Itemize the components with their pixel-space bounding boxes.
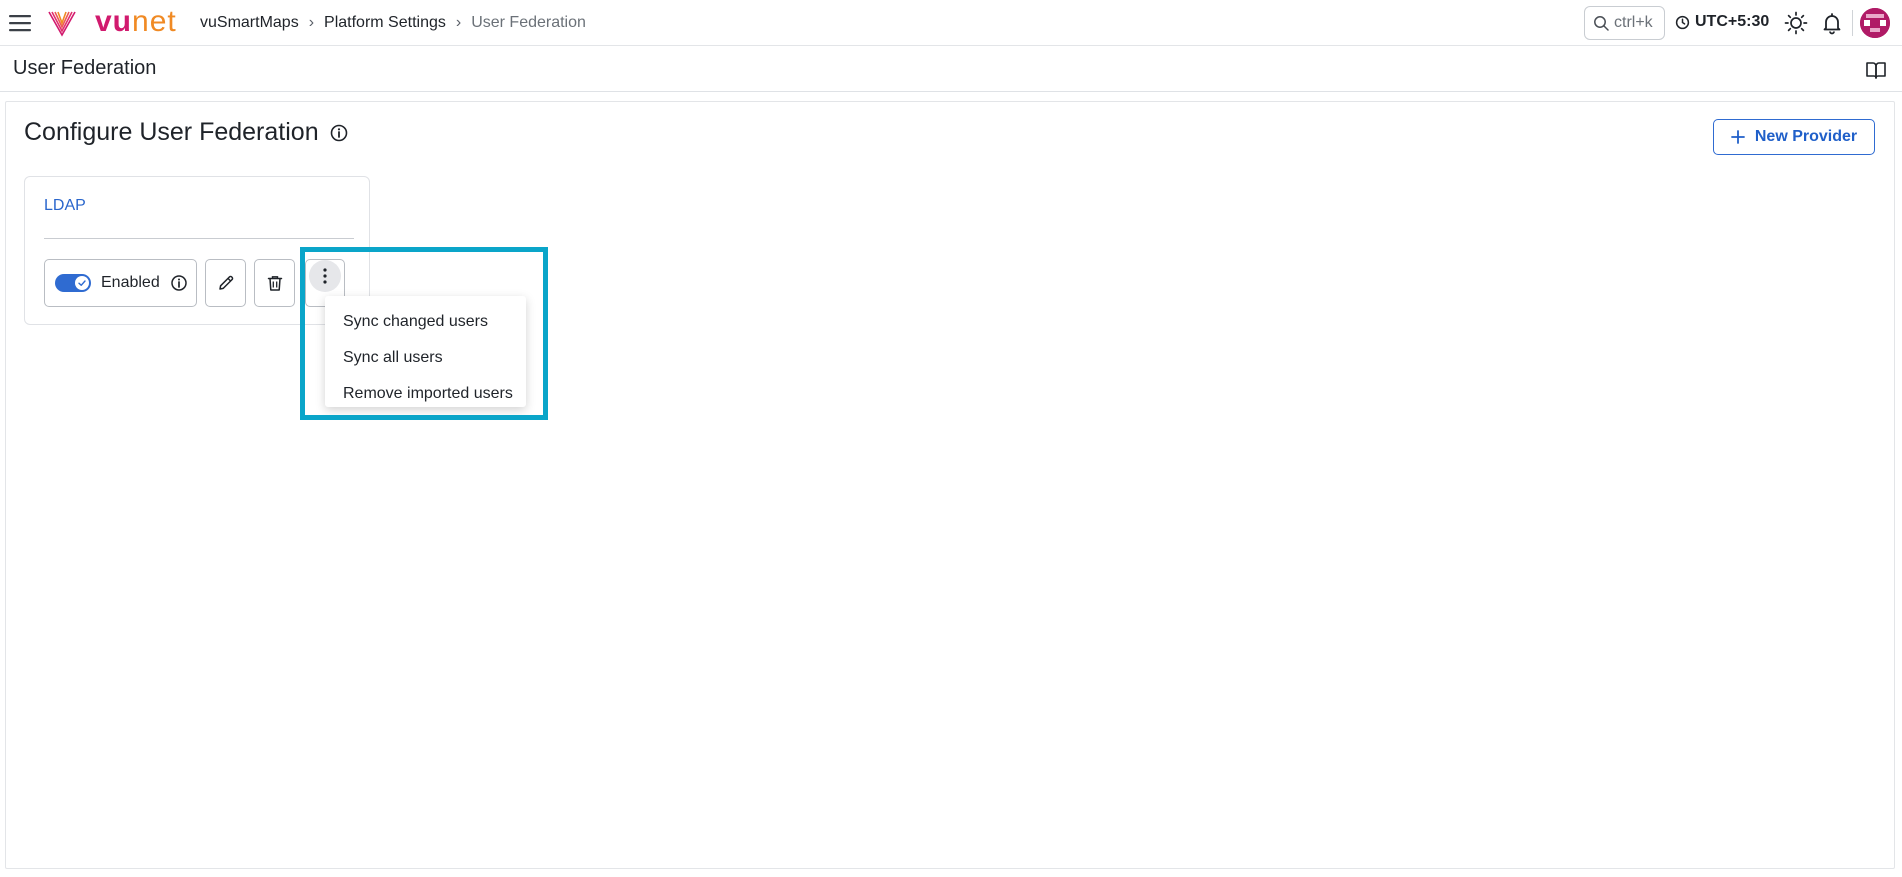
search-shortcut: ctrl+k	[1614, 14, 1653, 31]
edit-button[interactable]	[205, 259, 246, 307]
toolbar-divider	[1852, 10, 1853, 36]
enabled-label: Enabled	[101, 274, 160, 291]
new-provider-label: New Provider	[1754, 128, 1858, 145]
toggle-knob	[75, 276, 89, 290]
enabled-toggle[interactable]	[55, 274, 91, 292]
main-panel: Configure User Federation New Provider L…	[5, 101, 1895, 869]
delete-button[interactable]	[254, 259, 295, 307]
new-provider-button[interactable]: New Provider	[1713, 119, 1875, 155]
info-icon[interactable]	[170, 274, 188, 292]
plus-icon	[1730, 130, 1745, 144]
more-vertical-icon	[323, 268, 327, 284]
avatar-image	[1860, 8, 1890, 38]
timezone-label: UTC+5:30	[1695, 13, 1770, 30]
breadcrumb: vuSmartMaps › Platform Settings › User F…	[200, 14, 586, 32]
menu-item-sync-all-users[interactable]: Sync all users	[325, 340, 526, 376]
menu-item-remove-imported-users[interactable]: Remove imported users	[325, 376, 526, 412]
card-divider	[44, 238, 354, 239]
provider-card: LDAP Enabled	[24, 176, 370, 325]
page-header: User Federation	[0, 46, 1902, 92]
bell-icon[interactable]	[1820, 11, 1844, 35]
provider-name-link[interactable]: LDAP	[44, 197, 86, 215]
vunet-logo-icon	[48, 11, 76, 37]
menu-item-sync-changed-users[interactable]: Sync changed users	[325, 304, 526, 340]
breadcrumb-chevron-icon: ›	[455, 14, 462, 31]
breadcrumb-platform-settings[interactable]: Platform Settings	[324, 14, 446, 32]
check-icon	[78, 280, 86, 286]
provider-actions-menu: Sync changed users Sync all users Remove…	[325, 296, 526, 407]
enabled-toggle-group: Enabled	[44, 259, 197, 307]
breadcrumb-current: User Federation	[471, 14, 586, 31]
avatar[interactable]	[1860, 8, 1890, 38]
logo-text-vu: vu	[95, 5, 133, 38]
menu-icon[interactable]	[8, 12, 32, 34]
page-title: User Federation	[13, 57, 157, 79]
timezone-selector[interactable]: UTC+5:30	[1675, 13, 1769, 31]
pencil-icon	[218, 275, 233, 290]
section-title: Configure User Federation	[24, 118, 349, 147]
search-icon	[1594, 16, 1609, 31]
trash-icon	[267, 276, 282, 291]
logo-text-net: net	[132, 5, 177, 38]
clock-icon	[1675, 15, 1690, 29]
vunet-logo[interactable]: vunet	[95, 4, 177, 40]
section-title-text: Configure User Federation	[24, 118, 319, 146]
book-icon[interactable]	[1865, 59, 1887, 81]
breadcrumb-vusmartmaps[interactable]: vuSmartMaps	[200, 14, 299, 32]
sun-icon[interactable]	[1784, 11, 1808, 35]
info-icon[interactable]	[329, 123, 349, 143]
more-options-circle	[309, 260, 341, 292]
top-navbar: vunet vuSmartMaps › Platform Settings › …	[0, 0, 1902, 46]
breadcrumb-chevron-icon: ›	[308, 14, 315, 31]
search-button[interactable]: ctrl+k	[1584, 6, 1665, 40]
